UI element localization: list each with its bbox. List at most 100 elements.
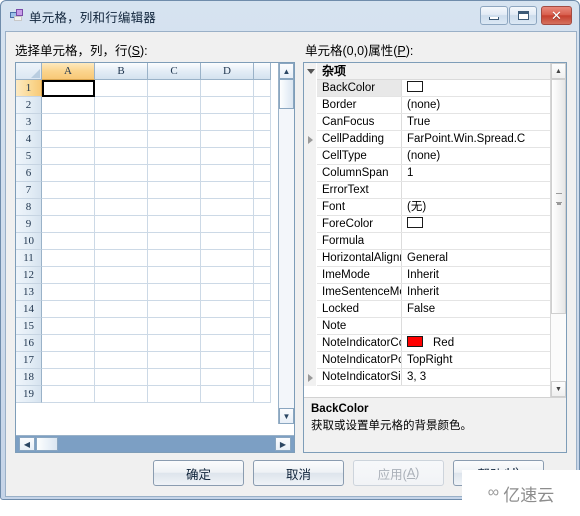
grid-cell[interactable] [148, 267, 201, 284]
property-row[interactable]: Font (无) [304, 198, 566, 216]
grid-cell[interactable] [95, 148, 148, 165]
grid-cell[interactable] [254, 114, 271, 131]
grid-horizontal-scroll-thumb[interactable] [36, 437, 58, 451]
grid-cell[interactable] [201, 216, 254, 233]
grid-cell[interactable] [201, 165, 254, 182]
grid-row-header-4[interactable]: 4 [16, 131, 42, 148]
grid-cell[interactable] [201, 80, 254, 97]
grid-cell[interactable] [254, 233, 271, 250]
grid-cell[interactable] [42, 352, 95, 369]
grid-cell[interactable] [148, 301, 201, 318]
property-value[interactable] [402, 216, 566, 232]
property-value[interactable]: True [402, 114, 566, 130]
property-vertical-scroll-thumb[interactable] [551, 79, 566, 314]
property-value[interactable]: Red [402, 335, 566, 351]
property-vertical-scrollbar[interactable]: ▲ ▼ [550, 63, 566, 397]
property-row[interactable]: Formula [304, 232, 566, 250]
active-cell-a1[interactable] [42, 80, 95, 97]
color-swatch-icon[interactable] [407, 336, 423, 348]
grid-cell[interactable] [148, 233, 201, 250]
grid-row-header-12[interactable]: 12 [16, 267, 42, 284]
grid-cell[interactable] [254, 165, 271, 182]
grid-cell[interactable] [254, 216, 271, 233]
property-value[interactable]: Inherit [402, 284, 566, 300]
property-value[interactable]: TopRight [402, 352, 566, 368]
grid-cell[interactable] [148, 182, 201, 199]
grid-cell[interactable] [148, 216, 201, 233]
grid-cell[interactable] [148, 148, 201, 165]
grid-cell[interactable] [95, 318, 148, 335]
grid-cell[interactable] [254, 284, 271, 301]
grid-cell[interactable] [95, 216, 148, 233]
grid-cell[interactable] [148, 250, 201, 267]
maximize-button[interactable] [509, 6, 537, 25]
grid-row-header-8[interactable]: 8 [16, 199, 42, 216]
grid-cell[interactable] [95, 301, 148, 318]
grid-cell[interactable] [201, 335, 254, 352]
grid-cell[interactable] [95, 386, 148, 403]
grid-row-header-2[interactable]: 2 [16, 97, 42, 114]
grid-row-header-6[interactable]: 6 [16, 165, 42, 182]
property-row[interactable]: BackColor [304, 79, 566, 97]
property-value[interactable]: General [402, 250, 566, 266]
spreadsheet-grid[interactable]: ABCD 1 2 3 4 5 6 7 8 9 10 11 12 13 14 15 16 17 18 19 ▲ ▼ ◀… [15, 62, 295, 453]
grid-row-header-10[interactable]: 10 [16, 233, 42, 250]
property-row[interactable]: Note [304, 317, 566, 335]
property-value[interactable]: 1 [402, 165, 566, 181]
close-button[interactable]: ✕ [541, 6, 572, 25]
property-row[interactable]: Border (none) [304, 96, 566, 114]
grid-cell[interactable] [201, 369, 254, 386]
grid-row-header-17[interactable]: 17 [16, 352, 42, 369]
grid-cell[interactable] [42, 182, 95, 199]
grid-cell[interactable] [42, 165, 95, 182]
grid-column-header-d[interactable]: D [201, 63, 254, 80]
chevron-right-icon[interactable] [308, 373, 313, 382]
grid-cell[interactable] [201, 148, 254, 165]
grid-cell[interactable] [201, 114, 254, 131]
grid-cell[interactable] [148, 318, 201, 335]
grid-cell[interactable] [42, 301, 95, 318]
grid-row-header-5[interactable]: 5 [16, 148, 42, 165]
grid-row-header-13[interactable]: 13 [16, 284, 42, 301]
grid-cell[interactable] [201, 199, 254, 216]
grid-cell[interactable] [254, 131, 271, 148]
grid-cell[interactable] [201, 233, 254, 250]
grid-cell[interactable] [95, 199, 148, 216]
grid-cell[interactable] [201, 352, 254, 369]
property-row[interactable]: NoteIndicatorColo Red [304, 334, 566, 352]
grid-cell[interactable] [148, 114, 201, 131]
grid-vertical-scroll-thumb[interactable] [279, 79, 294, 109]
grid-row-header-3[interactable]: 3 [16, 114, 42, 131]
grid-cell[interactable] [148, 284, 201, 301]
grid-cell[interactable] [148, 369, 201, 386]
grid-select-all-corner[interactable] [16, 63, 42, 80]
grid-cell[interactable] [42, 114, 95, 131]
grid-cell[interactable] [254, 318, 271, 335]
grid-cell[interactable] [42, 386, 95, 403]
property-category-row[interactable]: 杂项 [304, 63, 566, 80]
grid-cell[interactable] [95, 80, 148, 97]
grid-row-header-9[interactable]: 9 [16, 216, 42, 233]
property-value[interactable] [402, 80, 566, 96]
grid-cell[interactable] [201, 318, 254, 335]
grid-row-header-18[interactable]: 18 [16, 369, 42, 386]
property-row[interactable]: ErrorText [304, 181, 566, 199]
grid-cell[interactable] [254, 369, 271, 386]
grid-scroll-right-button[interactable]: ▶ [275, 437, 291, 451]
grid-vertical-scrollbar[interactable]: ▲ ▼ [278, 63, 294, 424]
grid-cell[interactable] [148, 386, 201, 403]
grid-cell[interactable] [42, 284, 95, 301]
grid-cell[interactable] [201, 284, 254, 301]
grid-cell[interactable] [95, 131, 148, 148]
grid-cell[interactable] [42, 335, 95, 352]
grid-cell[interactable] [201, 131, 254, 148]
property-row[interactable]: NoteIndicatorSize3, 3 [304, 368, 566, 386]
property-row[interactable]: CellType (none) [304, 147, 566, 165]
grid-cell[interactable] [148, 199, 201, 216]
grid-cell[interactable] [254, 80, 271, 97]
grid-cell[interactable] [42, 97, 95, 114]
grid-cell[interactable] [148, 131, 201, 148]
grid-cell[interactable] [254, 301, 271, 318]
property-row[interactable]: ForeColor [304, 215, 566, 233]
grid-cell[interactable] [254, 182, 271, 199]
